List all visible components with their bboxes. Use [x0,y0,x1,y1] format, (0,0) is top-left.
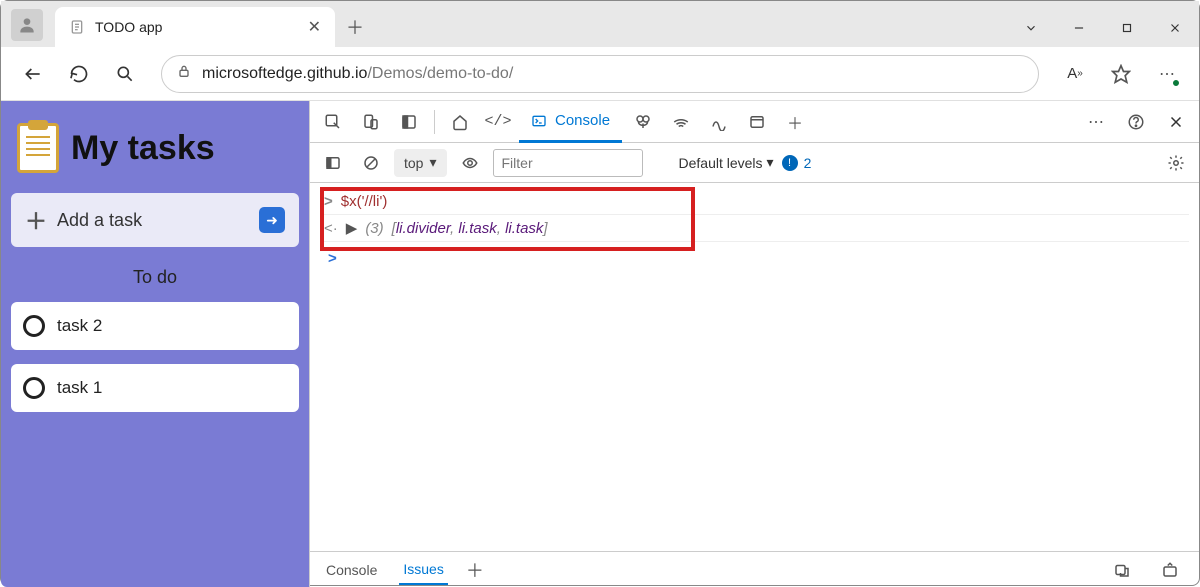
filter-input[interactable] [493,149,643,177]
lock-icon [176,63,192,84]
maximize-button[interactable] [1103,9,1151,47]
task-item[interactable]: task 2 [11,302,299,350]
profile-button[interactable] [11,9,43,41]
devtools-panel: </> Console ＋ ⋯ top ▾ [309,101,1199,587]
url-text: microsoftedge.github.io/Demos/demo-to-do… [202,65,513,83]
console-input-line: > $x('//li') [320,189,1189,215]
plus-icon: ＋ [25,204,47,236]
back-button[interactable] [15,56,51,92]
tab-title: TODO app [95,19,298,35]
console-settings-icon[interactable] [1161,148,1191,178]
address-field[interactable]: microsoftedge.github.io/Demos/demo-to-do… [161,55,1039,93]
favorite-button[interactable] [1103,56,1139,92]
welcome-tab-icon[interactable] [443,105,477,139]
read-aloud-button[interactable]: A» [1057,56,1093,92]
browser-tab[interactable]: TODO app ✕ [55,7,335,47]
issues-badge[interactable]: ! 2 [782,155,812,171]
application-tab-icon[interactable] [740,105,774,139]
tab-close-icon[interactable]: ✕ [308,17,321,37]
more-tabs-button[interactable]: ＋ [778,105,812,139]
log-levels-selector[interactable]: Default levels ▾ [679,154,774,171]
dock-icon[interactable] [392,105,426,139]
result-array: [li.divider, li.task, li.task] [392,220,548,237]
checkbox-circle[interactable] [23,377,45,399]
console-toolbar: top ▾ Default levels ▾ ! 2 [310,143,1199,183]
menu-button[interactable]: ⋯ [1149,56,1185,92]
chevron-down-icon[interactable] [1007,9,1055,47]
add-task-label: Add a task [57,210,249,231]
context-selector[interactable]: top ▾ [394,149,447,177]
issue-count: 2 [804,155,812,171]
window-controls [1007,9,1199,47]
close-devtools-icon[interactable] [1159,105,1193,139]
notification-dot [1171,78,1181,88]
levels-label: Default levels [679,155,763,171]
clipboard-icon [17,123,59,173]
app-header: My tasks [11,111,299,179]
minimize-button[interactable] [1055,9,1103,47]
input-prompt-icon: > [324,193,333,210]
window-titlebar: TODO app ✕ ＋ [1,1,1199,47]
console-result-line[interactable]: <· ▶ (3) [li.divider, li.task, li.task] [320,215,1189,242]
inspect-icon[interactable] [316,105,350,139]
devtools-drawer-tabs: Console Issues ＋ [310,551,1199,587]
console-tab-label: Console [555,112,610,129]
task-text: task 1 [57,378,102,398]
expand-icon[interactable]: ▶ [346,219,358,237]
device-toggle-icon[interactable] [354,105,388,139]
task-item[interactable]: task 1 [11,364,299,412]
clear-console-icon[interactable] [356,148,386,178]
app-title: My tasks [71,129,215,168]
section-label: To do [11,267,299,288]
add-task-button[interactable]: ＋ Add a task ➜ [11,193,299,247]
search-icon[interactable] [107,56,143,92]
console-prompt-line[interactable]: > [320,242,1189,275]
drawer-expand-icon[interactable] [1153,553,1187,587]
arrow-right-icon[interactable]: ➜ [259,207,285,233]
drawer-add-tab-button[interactable]: ＋ [466,557,484,583]
more-options-icon[interactable]: ⋯ [1079,105,1113,139]
drawer-console-tab[interactable]: Console [322,556,381,584]
live-expression-icon[interactable] [455,148,485,178]
context-label: top [404,155,423,171]
page-icon [69,19,85,35]
performance-tab-icon[interactable] [702,105,736,139]
input-prompt-icon: > [324,246,341,271]
drawer-action-icon[interactable] [1105,553,1139,587]
drawer-issues-tab[interactable]: Issues [399,555,447,585]
task-text: task 2 [57,316,102,336]
refresh-button[interactable] [61,56,97,92]
console-output[interactable]: > $x('//li') <· ▶ (3) [li.divider, li.ta… [310,183,1199,551]
url-bar: microsoftedge.github.io/Demos/demo-to-do… [1,47,1199,101]
sidebar-toggle-icon[interactable] [318,148,348,178]
network-tab-icon[interactable] [664,105,698,139]
checkbox-circle[interactable] [23,315,45,337]
close-window-button[interactable] [1151,9,1199,47]
console-tab[interactable]: Console [519,101,622,143]
output-prompt-icon: <· [324,220,338,237]
sources-tab-icon[interactable] [626,105,660,139]
devtools-tabbar: </> Console ＋ ⋯ [310,101,1199,143]
issue-dot-icon: ! [782,155,798,171]
help-icon[interactable] [1119,105,1153,139]
result-count: (3) [365,220,383,237]
chevron-down-icon: ▾ [429,154,436,171]
console-input-code: $x('//li') [341,193,388,210]
elements-tab-icon[interactable]: </> [481,105,515,139]
new-tab-button[interactable]: ＋ [335,7,375,47]
todo-app-panel: My tasks ＋ Add a task ➜ To do task 2 tas… [1,101,309,587]
chevron-down-icon: ▾ [767,154,774,171]
